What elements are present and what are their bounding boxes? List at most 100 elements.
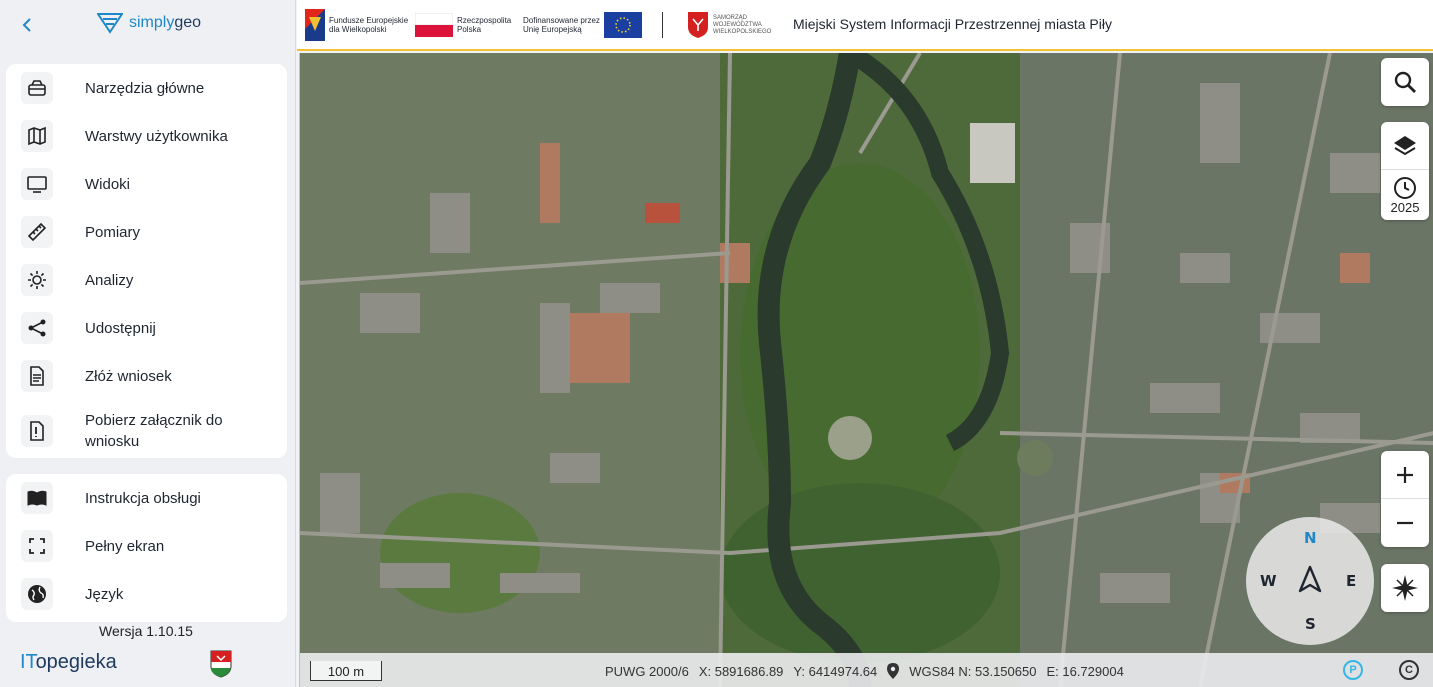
year-label: 2025 (1390, 199, 1420, 215)
menu-item-warstwy[interactable]: Warstwy użytkownika (6, 120, 287, 152)
menu-item-zloz-wniosek[interactable]: Złóż wniosek (6, 360, 287, 392)
menu-item-analizy[interactable]: Analizy (6, 264, 287, 296)
menu-item-udostepnij[interactable]: Udostępnij (6, 312, 287, 344)
plus-icon (1397, 466, 1413, 483)
polish-flag-icon (415, 13, 453, 37)
partner-line: Rzeczpospolita (457, 16, 512, 25)
analysis-icon (21, 264, 53, 296)
minus-icon (1397, 521, 1413, 525)
menu-label: Widoki (85, 175, 131, 193)
menu-label: Złóż wniosek (85, 367, 172, 385)
chevron-left-icon (22, 18, 31, 32)
menu-item-instrukcja[interactable]: Instrukcja obsługi (6, 482, 287, 514)
partner-line: Polska (457, 25, 482, 34)
menu-label: Udostępnij (85, 319, 156, 337)
simplygeo-logo: simplygeo (97, 12, 201, 34)
menu-label: Pełny ekran (85, 537, 165, 555)
partner-rzeczpospolita: Rzeczpospolita Polska (415, 8, 511, 42)
toolbox-icon (21, 72, 53, 104)
p-badge-icon[interactable]: P (1343, 660, 1363, 680)
monitor-icon (21, 168, 53, 200)
search-icon (1394, 71, 1416, 93)
location-pin-icon (887, 663, 900, 679)
zoom-out-button[interactable] (1381, 499, 1429, 547)
compass-south: S (1305, 615, 1316, 633)
menu-label: Instrukcja obsługi (85, 489, 201, 507)
menu-item-narzedzia[interactable]: Narzędzia główne (6, 72, 287, 104)
partner-line: WIELKOPOLSKIEGO (713, 28, 772, 35)
coord-y: Y: 6414974.64 (793, 663, 878, 679)
history-year-button[interactable]: 2025 (1381, 170, 1429, 220)
layers-button[interactable] (1381, 122, 1429, 170)
logo-text: simplygeo (129, 14, 201, 32)
coord-wgs-e: E: 16.729004 (1046, 663, 1124, 679)
partner-line: Dofinansowane przez (523, 16, 600, 25)
layers-icon (1394, 135, 1416, 155)
map-view[interactable]: 2025 N S E W 100 m PUWG 2000/6 X: 589168… (299, 53, 1433, 687)
menu-label: Pobierz załącznik do wniosku (85, 412, 223, 450)
menu-item-pomiary[interactable]: Pomiary (6, 216, 287, 248)
fullscreen-icon (21, 530, 53, 562)
coord-x: X: 5891686.89 (698, 663, 784, 679)
menu-item-pobierz-zalacznik[interactable]: Pobierz załącznik do wniosku (6, 410, 287, 452)
layers-history-panel: 2025 (1381, 122, 1429, 220)
compass-west: W (1260, 572, 1277, 590)
menu-label: Narzędzia główne (85, 79, 205, 97)
copyright-icon[interactable]: C (1399, 660, 1419, 680)
sidebar: simplygeo Narzędzia główne Warstwy użytk… (0, 0, 296, 687)
partner-line: SAMORZĄD (713, 14, 748, 21)
globe-icon (21, 578, 53, 610)
menu-label: Język (85, 585, 124, 603)
coordinates-readout: PUWG 2000/6 X: 5891686.89 Y: 6414974.64 … (605, 663, 1124, 679)
partner-ue: Dofinansowane przez Unię Europejską (523, 8, 642, 42)
clock-icon (1394, 176, 1416, 199)
compass-widget[interactable]: N S E W (1246, 517, 1374, 645)
page-title: Miejski System Informacji Przestrzennej … (793, 16, 1112, 32)
version-label: Wersja 1.10.15 (99, 623, 193, 639)
north-arrow-icon (1298, 565, 1322, 593)
eu-flag-icon (603, 12, 642, 38)
menu-label: Analizy (85, 271, 134, 289)
menu-item-jezyk[interactable]: Język (6, 578, 287, 610)
partner-line: Fundusze Europejskie (329, 16, 409, 25)
logo-icon (97, 13, 123, 34)
coord-wgs-n: WGS84 N: 53.150650 (909, 663, 1037, 679)
coord-system: PUWG 2000/6 (605, 663, 689, 679)
extra-menu: Instrukcja obsługi Pełny ekran Język (6, 474, 287, 622)
header-divider (662, 12, 663, 38)
attachment-icon (21, 415, 53, 447)
menu-label: Pomiary (85, 223, 141, 241)
partner-line: dla Wielkopolski (329, 25, 387, 34)
ruler-icon (21, 216, 53, 248)
city-crest-icon (210, 650, 232, 678)
opegieka-logo: ITopegieka (20, 651, 117, 674)
zoom-in-button[interactable] (1381, 451, 1429, 499)
menu-item-pelny-ekran[interactable]: Pełny ekran (6, 530, 287, 562)
compass-rose-icon (1392, 575, 1418, 601)
back-button[interactable] (18, 15, 38, 35)
app-root: simplygeo Narzędzia główne Warstwy użytk… (0, 0, 1433, 687)
partner-fundusze: Fundusze Europejskie dla Wielkopolski (305, 8, 408, 42)
share-icon (21, 312, 53, 344)
top-header: Fundusze Europejskie dla Wielkopolski Rze… (297, 0, 1433, 51)
menu-item-widoki[interactable]: Widoki (6, 168, 287, 200)
wielkopolska-crest-icon (688, 12, 708, 38)
logo-it-text: IT (20, 651, 36, 673)
zoom-controls (1381, 451, 1429, 547)
partner-line: Unię Europejską (523, 25, 582, 34)
main-menu: Narzędzia główne Warstwy użytkownika Wid… (6, 64, 287, 458)
search-button[interactable] (1381, 58, 1429, 106)
partner-line: WOJEWÓDZTWA (713, 21, 762, 28)
map-icon (21, 120, 53, 152)
book-icon (21, 482, 53, 514)
fundusze-logo-icon (305, 9, 325, 41)
partner-samorzad: SAMORZĄD WOJEWÓDZTWA WIELKOPOLSKIEGO (687, 8, 771, 42)
document-icon (21, 360, 53, 392)
logo-text-bold: geo (174, 14, 202, 31)
map-status-bar: 100 m PUWG 2000/6 X: 5891686.89 Y: 64149… (300, 653, 1433, 687)
scale-bar: 100 m (310, 661, 382, 681)
logo-text-light: simply (129, 14, 175, 31)
locate-button[interactable] (1381, 564, 1429, 612)
compass-north: N (1304, 529, 1317, 547)
logo-rest-text: opegieka (35, 651, 117, 673)
